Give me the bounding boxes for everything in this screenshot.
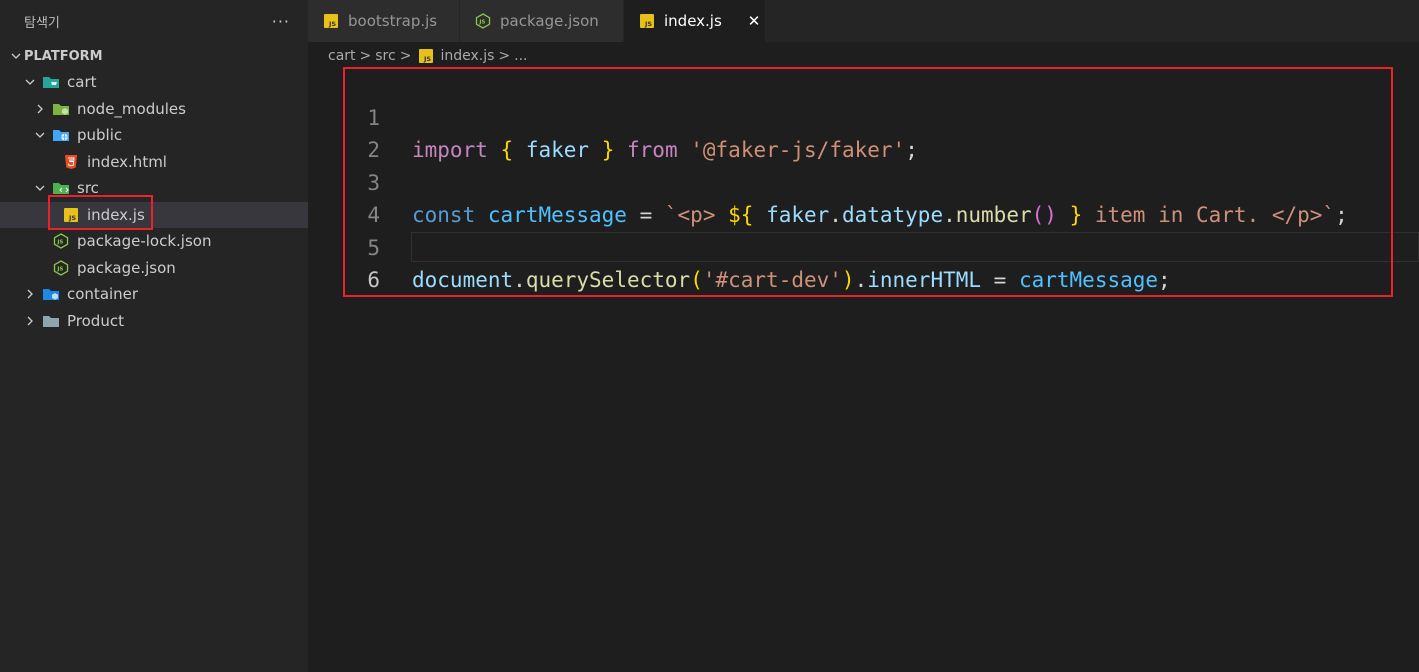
tab-label: package.json [500, 12, 599, 30]
tree-item-label: package-lock.json [77, 232, 212, 251]
tree-item-index-html[interactable]: index.html [0, 149, 308, 176]
token: '#cart-dev' [702, 268, 842, 292]
file-tree: cart node_modules public index.html src … [0, 69, 308, 334]
token: innerHTML [867, 268, 982, 292]
token: = [981, 268, 1019, 292]
code-editor[interactable]: 1 import { faker } from '@faker-js/faker… [308, 68, 1419, 672]
javascript-file-icon: JS [638, 13, 656, 29]
chevron-down-icon [22, 74, 38, 90]
svg-text:JS: JS [56, 240, 63, 246]
tree-item-label: index.html [87, 152, 167, 171]
token: . [854, 268, 868, 292]
tree-item-label: container [67, 285, 139, 304]
tab-index-js[interactable]: JS index.js ✕ [624, 0, 766, 42]
chevron-right-icon [32, 101, 48, 117]
svg-text:JS: JS [478, 20, 485, 26]
explorer-sidebar: 탐색기 ··· PLATFORM cart node_modules publi… [0, 0, 308, 672]
token: querySelector [525, 268, 691, 292]
workspace-section-header[interactable]: PLATFORM [0, 43, 308, 69]
tree-item-cart[interactable]: cart [0, 69, 308, 96]
nodejs-file-icon: JS [52, 260, 70, 276]
javascript-file-icon: JS [62, 207, 80, 223]
token: ; [1158, 268, 1171, 292]
breadcrumb-item[interactable]: ... [514, 48, 527, 64]
explorer-header: 탐색기 ··· [0, 0, 308, 42]
tree-item-public[interactable]: public [0, 122, 308, 149]
code-line[interactable]: 5 document.querySelector('#cart-dev').in… [308, 200, 1419, 292]
chevron-right-icon [22, 286, 38, 302]
tree-item-src[interactable]: src [0, 175, 308, 202]
breadcrumb-separator: > [498, 48, 511, 64]
tree-item-node-modules[interactable]: node_modules [0, 96, 308, 123]
token: ( [690, 268, 703, 292]
breadcrumb-separator: > [359, 48, 372, 64]
tree-item-package-lock-json[interactable]: JS package-lock.json [0, 228, 308, 255]
tab-bootstrap-js[interactable]: JS bootstrap.js [308, 0, 460, 42]
tree-item-label: src [77, 179, 99, 198]
chevron-down-icon [32, 127, 48, 143]
breadcrumb-separator: > [399, 48, 412, 64]
svg-text:JS: JS [56, 266, 63, 272]
tree-item-product[interactable]: Product [0, 308, 308, 335]
workspace-name: PLATFORM [24, 48, 103, 64]
explorer-title: 탐색기 [24, 15, 60, 31]
code-content: document.querySelector('#cart-dev').inne… [412, 264, 1171, 296]
tree-item-label: index.js [87, 205, 145, 224]
breadcrumb-item[interactable]: index.js [440, 48, 494, 64]
svg-text:JS: JS [423, 55, 431, 63]
svg-text:JS: JS [644, 20, 652, 28]
tree-item-label: package.json [77, 258, 176, 277]
nodejs-file-icon: JS [474, 13, 492, 29]
more-actions-icon[interactable]: ··· [272, 12, 290, 31]
chevron-down-icon [8, 48, 24, 64]
container-folder-icon [42, 286, 60, 302]
chevron-down-icon [32, 180, 48, 196]
editor-tabs: JS bootstrap.js JS package.json JS index… [308, 0, 1419, 42]
tree-item-label: Product [67, 311, 124, 330]
token: document [412, 268, 514, 292]
code-line[interactable]: 1 import { faker } from '@faker-js/faker… [308, 70, 1419, 162]
tree-item-container[interactable]: container [0, 281, 308, 308]
breadcrumb-item[interactable]: cart [328, 48, 356, 64]
tree-item-label: cart [67, 73, 97, 92]
tab-label: index.js [664, 12, 722, 30]
code-line[interactable]: 6 [308, 232, 1419, 292]
javascript-file-icon: JS [417, 48, 435, 64]
cart-folder-icon [42, 74, 60, 90]
code-line[interactable]: 3 const cartMessage = `<p> ${ faker.data… [308, 135, 1419, 227]
public-folder-icon [52, 127, 70, 143]
node-folder-icon [52, 101, 70, 117]
svg-text:JS: JS [328, 20, 336, 28]
tree-item-label: public [77, 126, 123, 145]
tree-item-label: node_modules [77, 99, 186, 118]
breadcrumb: cart > src > JS index.js > ... [328, 44, 527, 68]
code-line[interactable]: 4 [308, 167, 1419, 227]
javascript-file-icon: JS [322, 13, 340, 29]
nodejs-file-icon: JS [52, 233, 70, 249]
token: . [513, 268, 526, 292]
code-line[interactable]: 2 [308, 102, 1419, 162]
svg-text:JS: JS [68, 214, 76, 222]
token: cartMessage [1018, 268, 1159, 292]
html-file-icon [62, 154, 80, 170]
chevron-right-icon [22, 313, 38, 329]
token: ) [841, 268, 855, 292]
line-number: 6 [367, 268, 380, 292]
folder-icon [42, 313, 60, 329]
breadcrumb-item[interactable]: src [375, 48, 395, 64]
close-icon[interactable]: ✕ [748, 12, 761, 30]
tab-package-json[interactable]: JS package.json [460, 0, 624, 42]
tree-item-package-json[interactable]: JS package.json [0, 255, 308, 282]
tab-label: bootstrap.js [348, 12, 438, 30]
src-folder-icon [52, 180, 70, 196]
tree-item-index-js[interactable]: JS index.js [0, 201, 308, 228]
